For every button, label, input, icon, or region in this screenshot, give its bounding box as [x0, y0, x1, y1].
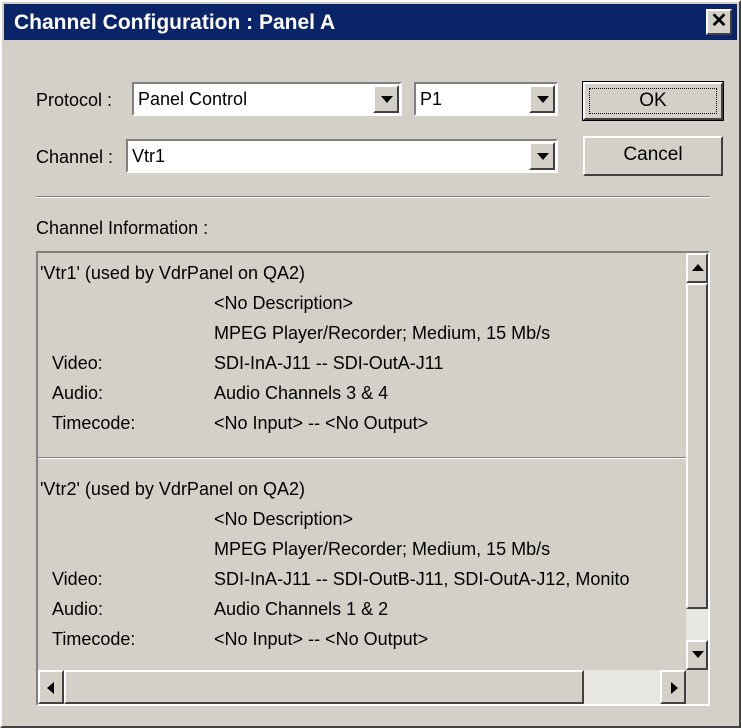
horizontal-scrollbar[interactable]: [38, 670, 686, 704]
channel-dropdown-button[interactable]: [529, 142, 555, 170]
timecode-label: Timecode:: [52, 629, 136, 649]
video-value: SDI-InA-J11 -- SDI-OutB-J11, SDI-OutA-J1…: [214, 569, 630, 589]
entry-header: 'Vtr2' (used by VdrPanel on QA2): [40, 479, 306, 499]
cancel-button-label: Cancel: [623, 144, 683, 165]
arrow-down-icon: [692, 651, 704, 658]
timecode-value: <No Input> -- <No Output>: [214, 413, 429, 433]
dialog-window: Channel Configuration : Panel A ✕ Protoc…: [0, 0, 741, 728]
scroll-left-button[interactable]: [38, 670, 64, 704]
video-value: SDI-InA-J11 -- SDI-OutA-J11: [214, 353, 444, 373]
timecode-value: <No Input> -- <No Output>: [214, 629, 429, 649]
protocol-id-dropdown-button[interactable]: [529, 85, 555, 113]
divider: [36, 196, 710, 198]
scroll-down-button[interactable]: [686, 640, 708, 670]
scrollbar-corner: [686, 670, 708, 704]
arrow-left-icon: [47, 682, 54, 694]
audio-label: Audio:: [52, 599, 104, 619]
chevron-down-icon: [537, 153, 549, 160]
close-icon: ✕: [710, 10, 728, 32]
audio-value: Audio Channels 3 & 4: [214, 383, 389, 403]
ok-button-label: OK: [639, 90, 667, 111]
audio-value: Audio Channels 1 & 2: [214, 599, 389, 619]
protocol-value: Panel Control: [138, 89, 248, 109]
channel-value: Vtr1: [132, 146, 166, 166]
channel-information-content: 'Vtr1' (used by VdrPanel on QA2) <No Des…: [38, 253, 686, 670]
channel-select[interactable]: Vtr1: [126, 139, 558, 173]
window-title: Channel Configuration : Panel A: [14, 11, 336, 34]
channel-label: Channel :: [36, 147, 114, 167]
protocol-dropdown-button[interactable]: [373, 85, 399, 113]
title-bar[interactable]: Channel Configuration : Panel A ✕: [4, 4, 737, 40]
entry-header: 'Vtr1' (used by VdrPanel on QA2): [40, 263, 306, 283]
protocol-label: Protocol :: [36, 90, 113, 110]
cancel-button[interactable]: Cancel: [583, 136, 723, 176]
chevron-down-icon: [381, 96, 393, 103]
vertical-scrollbar[interactable]: [686, 253, 708, 670]
horizontal-scroll-thumb[interactable]: [64, 670, 584, 704]
protocol-select[interactable]: Panel Control: [132, 82, 402, 116]
entry-device: MPEG Player/Recorder; Medium, 15 Mb/s: [214, 323, 551, 343]
vertical-scroll-thumb[interactable]: [686, 283, 708, 609]
chevron-down-icon: [537, 96, 549, 103]
scroll-up-button[interactable]: [686, 253, 708, 283]
video-label: Video:: [52, 569, 103, 589]
entry-description: <No Description>: [214, 509, 354, 529]
entry-separator: [38, 457, 686, 459]
audio-label: Audio:: [52, 383, 104, 403]
protocol-id-value: P1: [420, 89, 443, 109]
close-button[interactable]: ✕: [706, 9, 732, 35]
arrow-right-icon: [671, 682, 678, 694]
protocol-id-select[interactable]: P1: [414, 82, 558, 116]
video-label: Video:: [52, 353, 103, 373]
channel-information-list[interactable]: 'Vtr1' (used by VdrPanel on QA2) <No Des…: [36, 251, 710, 706]
entry-description: <No Description>: [214, 293, 354, 313]
scroll-right-button[interactable]: [660, 670, 686, 704]
channel-information-label: Channel Information :: [36, 218, 209, 238]
ok-button[interactable]: OK: [582, 81, 724, 121]
entry-device: MPEG Player/Recorder; Medium, 15 Mb/s: [214, 539, 551, 559]
arrow-up-icon: [692, 264, 704, 271]
timecode-label: Timecode:: [52, 413, 136, 433]
